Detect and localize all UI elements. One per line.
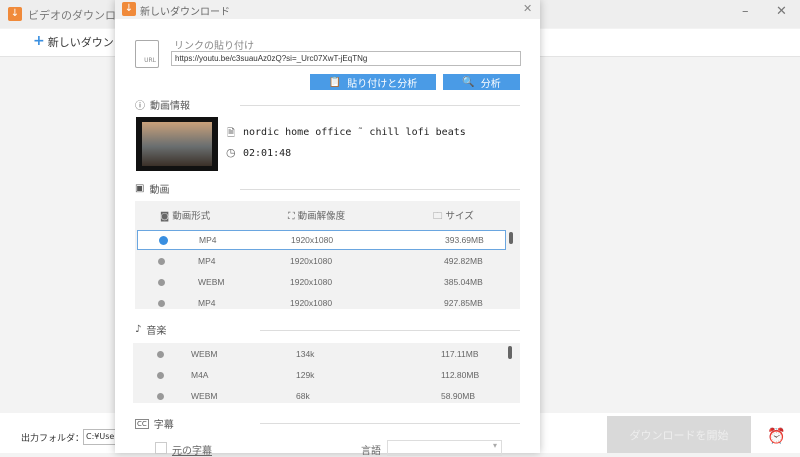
original-subtitle-checkbox[interactable] bbox=[155, 442, 167, 454]
radio-dot-icon bbox=[158, 299, 165, 307]
new-download-button[interactable]: + 新しいダウンロ bbox=[33, 34, 125, 50]
dialog-close-button[interactable]: ✕ bbox=[523, 2, 532, 15]
row-format: MP4 bbox=[199, 235, 217, 245]
radio-dot-icon bbox=[157, 350, 164, 358]
main-title: ビデオのダウンロ bbox=[28, 9, 116, 22]
radio-dot-icon bbox=[157, 371, 164, 379]
header-resolution: ⛶ 動画解像度 bbox=[288, 211, 346, 222]
close-main-button[interactable]: ✕ bbox=[776, 4, 787, 19]
video-duration: 02:01:48 bbox=[243, 148, 292, 159]
row-bitrate: 129k bbox=[296, 370, 315, 380]
search-icon: 🔍 bbox=[462, 76, 475, 88]
row-format: MP4 bbox=[198, 298, 216, 308]
video-format-row[interactable]: MP4 1920x1080 927.85MB bbox=[137, 293, 506, 313]
radio-dot-icon bbox=[157, 392, 164, 400]
subtitle-heading: 字幕 bbox=[153, 420, 174, 431]
paste-link-label: リンクの貼り付け bbox=[174, 41, 254, 52]
analyze-label: 分析 bbox=[480, 78, 501, 90]
video-title: nordic home office ˜ chill lofi beats bbox=[243, 127, 466, 138]
dialog-titlebar: ↓ 新しいダウンロード ✕ bbox=[115, 0, 540, 19]
app-logo-icon: ↓ bbox=[8, 7, 22, 21]
url-input[interactable]: https://youtu.be/c3suauAz0zQ?si=_Urc07Xw… bbox=[171, 51, 521, 66]
row-size: 117.11MB bbox=[441, 349, 479, 359]
language-label: 言語 bbox=[361, 446, 381, 457]
selected-check-icon bbox=[159, 235, 168, 245]
row-format: WEBM bbox=[191, 391, 218, 401]
start-download-button[interactable]: ダウンロードを開始 bbox=[607, 416, 751, 453]
video-thumbnail bbox=[136, 117, 218, 171]
row-bitrate: 68k bbox=[296, 391, 310, 401]
cc-icon: CC bbox=[135, 418, 149, 429]
header-resolution-label: 動画解像度 bbox=[297, 211, 346, 222]
clock-icon: ◷ bbox=[226, 146, 236, 159]
output-folder-label: 出力フォルダ： bbox=[21, 434, 85, 444]
audio-scrollbar[interactable] bbox=[508, 346, 512, 359]
row-size: 385.04MB bbox=[444, 277, 483, 287]
video-section: ▣ 動画 bbox=[135, 181, 169, 196]
analyze-button[interactable]: 🔍 分析 bbox=[443, 74, 520, 90]
row-size: 393.69MB bbox=[445, 235, 484, 245]
paste-analyze-label: 貼り付けと分析 bbox=[347, 78, 418, 90]
language-select[interactable]: ▾ bbox=[387, 440, 502, 456]
video-heading: 動画 bbox=[149, 185, 170, 196]
row-format: WEBM bbox=[198, 277, 225, 287]
audio-format-table: WEBM 134k 117.11MB M4A 129k 112.80MB WEB… bbox=[133, 343, 520, 403]
row-resolution: 1920x1080 bbox=[290, 277, 333, 287]
video-format-row[interactable]: MP4 1920x1080 393.69MB bbox=[137, 230, 506, 250]
radio-dot-icon bbox=[158, 257, 165, 265]
minimize-button[interactable]: – bbox=[742, 4, 749, 19]
document-icon: 🗎 bbox=[227, 128, 236, 139]
header-size-label: サイズ bbox=[445, 211, 474, 222]
video-format-table: ◙ 動画形式 ⛶ 動画解像度 🗀 サイズ MP4 1920x1080 393.6… bbox=[135, 201, 520, 309]
radio-dot-icon bbox=[158, 278, 165, 286]
dialog-logo-icon: ↓ bbox=[122, 2, 136, 16]
row-resolution: 1920x1080 bbox=[290, 256, 333, 266]
row-size: 58.90MB bbox=[441, 391, 476, 401]
header-format: ◙ 動画形式 bbox=[160, 211, 211, 222]
audio-section: ♪ 音楽 bbox=[135, 322, 166, 337]
video-format-row[interactable]: MP4 1920x1080 492.82MB bbox=[137, 251, 506, 271]
row-format: WEBM bbox=[191, 349, 218, 359]
alarm-clock-icon[interactable]: ⏰ bbox=[767, 427, 786, 445]
video-scrollbar[interactable] bbox=[509, 232, 513, 244]
video-info-heading: 動画情報 bbox=[150, 101, 190, 112]
paste-and-analyze-button[interactable]: 📋 貼り付けと分析 bbox=[310, 74, 436, 90]
audio-format-row[interactable]: WEBM 68k 58.90MB bbox=[133, 386, 503, 406]
row-resolution: 1920x1080 bbox=[290, 298, 333, 308]
audio-format-row[interactable]: WEBM 134k 117.11MB bbox=[133, 344, 503, 364]
url-paste-icon: URL bbox=[135, 40, 159, 68]
row-size: 492.82MB bbox=[444, 256, 483, 266]
dialog-title: 新しいダウンロード bbox=[140, 7, 230, 18]
original-subtitle-link[interactable]: 元の字幕 bbox=[172, 442, 212, 457]
row-size: 927.85MB bbox=[444, 298, 483, 308]
music-note-icon: ♪ bbox=[135, 324, 142, 335]
row-format: M4A bbox=[191, 370, 209, 380]
subtitle-section: CC 字幕 bbox=[135, 416, 174, 431]
header-size: 🗀 サイズ bbox=[433, 211, 474, 222]
plus-icon: + bbox=[33, 33, 45, 49]
clipboard-search-icon: 📋 bbox=[328, 76, 342, 88]
row-format: MP4 bbox=[198, 256, 216, 266]
row-size: 112.80MB bbox=[441, 370, 480, 380]
header-format-label: 動画形式 bbox=[172, 211, 211, 222]
row-bitrate: 134k bbox=[296, 349, 315, 359]
video-info-section: ⓘ 動画情報 bbox=[135, 97, 190, 112]
audio-heading: 音楽 bbox=[146, 326, 167, 337]
info-icon: ⓘ bbox=[135, 101, 145, 112]
row-resolution: 1920x1080 bbox=[291, 235, 334, 245]
video-format-row[interactable]: WEBM 1920x1080 385.04MB bbox=[137, 272, 506, 292]
new-download-label: 新しいダウンロ bbox=[47, 36, 125, 49]
new-download-dialog: ↓ 新しいダウンロード ✕ URL リンクの貼り付け https://youtu… bbox=[115, 0, 540, 457]
video-icon: ▣ bbox=[135, 183, 145, 194]
audio-format-row[interactable]: M4A 129k 112.80MB bbox=[133, 365, 503, 385]
